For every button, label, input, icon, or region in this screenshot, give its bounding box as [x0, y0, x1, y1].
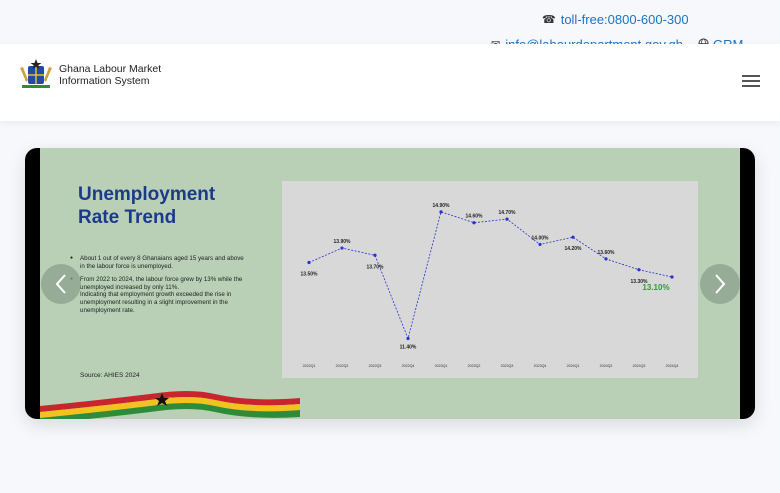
site-header: Ghana Labour Market Information System: [0, 44, 780, 121]
data-label: 14.20%: [565, 246, 583, 252]
data-point: [307, 260, 311, 265]
data-point: [472, 221, 476, 225]
x-tick-label: 2024Q1: [567, 364, 580, 368]
brand-line2: Information System: [59, 75, 150, 87]
data-point: [637, 268, 641, 272]
data-label: 13.70%: [367, 264, 385, 270]
x-tick-label: 2022Q1: [303, 364, 316, 368]
data-label: 14.00%: [532, 235, 550, 241]
x-tick-label: 2024Q4: [666, 364, 679, 368]
x-tick-label: 2024Q2: [600, 364, 613, 368]
unemployment-line-chart: 13.50% 2022Q1 13.90% 2022Q2 13.70% 2022Q3 11.4…: [301, 203, 679, 368]
data-label: 13.90%: [334, 239, 352, 245]
data-point: [406, 336, 410, 341]
carousel-slide: Unemployment Rate Trend About 1 out of e…: [40, 148, 740, 419]
bullet-1: About 1 out of every 8 Ghanaians aged 15…: [70, 255, 250, 270]
chart-panel: 13.50% 2022Q1 13.90% 2022Q2 13.70% 2022Q3 11.4…: [282, 181, 698, 378]
x-tick-label: 2023Q3: [501, 364, 514, 368]
data-point: [373, 253, 377, 257]
carousel-prev-button[interactable]: [41, 264, 81, 304]
x-tick-label: 2023Q2: [468, 364, 481, 368]
data-point: [670, 275, 674, 279]
data-label: 13.50%: [301, 272, 319, 278]
slide-title: Unemployment Rate Trend: [78, 183, 215, 229]
series-line: [308, 211, 673, 340]
data-point: [505, 217, 509, 221]
data-label: 14.70%: [499, 210, 517, 216]
brand-line1: Ghana Labour Market: [59, 63, 162, 75]
slide-bullets: About 1 out of every 8 Ghanaians aged 15…: [70, 255, 250, 320]
hero-carousel: Unemployment Rate Trend About 1 out of e…: [25, 148, 755, 419]
ghana-coat-of-arms-logo[interactable]: [17, 58, 55, 90]
bullet-2: From 2022 to 2024, the labour force grew…: [70, 276, 250, 314]
x-tick-label: 2022Q2: [336, 364, 349, 368]
bullet-2-continuation: Indicating that employment growth exceed…: [80, 291, 232, 314]
chevron-left-icon: [55, 274, 66, 294]
data-point: [538, 242, 542, 247]
top-contact-bar: ☎ toll-free:0800-600-300 ✉ info@labourde…: [0, 0, 780, 52]
x-tick-label: 2022Q4: [402, 364, 415, 368]
slide-title-line1: Unemployment: [78, 184, 216, 205]
data-label: 14.90%: [433, 203, 451, 209]
hamburger-menu-icon[interactable]: [742, 75, 762, 90]
slide-source: Source: AHIES 2024: [80, 372, 140, 379]
slide-title-line2: Rate Trend: [78, 207, 177, 228]
brand-name[interactable]: Ghana Labour Market Information System: [59, 63, 161, 87]
phone-text: toll-free:0800-600-300: [560, 12, 689, 27]
x-tick-label: 2023Q4: [534, 364, 547, 368]
data-point: [340, 246, 344, 250]
x-tick-label: 2024Q3: [633, 364, 646, 368]
data-point: [571, 235, 575, 239]
carousel-next-button[interactable]: [700, 264, 740, 304]
data-label: 13.10%: [642, 283, 669, 292]
data-label: 14.60%: [466, 214, 484, 220]
phone-link[interactable]: ☎ toll-free:0800-600-300: [542, 12, 689, 27]
x-tick-label: 2022Q3: [369, 364, 382, 368]
bullet-2-text: From 2022 to 2024, the labour force grew…: [80, 276, 243, 291]
ghana-flag-ribbon: [40, 391, 300, 419]
data-label: 11.40%: [400, 345, 417, 351]
data-point: [604, 257, 608, 261]
data-point: [439, 210, 443, 214]
chevron-right-icon: [715, 274, 726, 294]
x-tick-label: 2023Q1: [435, 364, 448, 368]
data-label: 13.60%: [598, 250, 616, 256]
phone-icon: ☎: [542, 14, 556, 26]
